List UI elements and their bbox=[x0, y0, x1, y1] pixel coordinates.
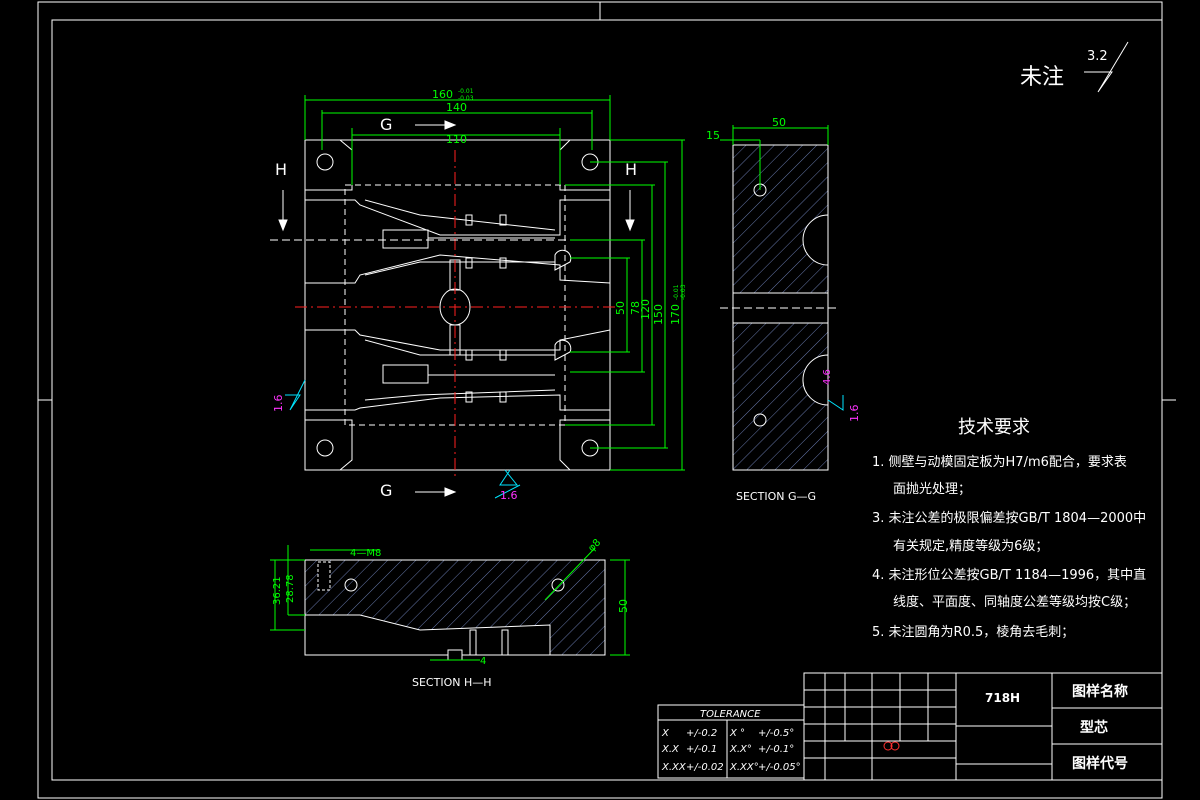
tol-r3c2: +/-0.02 bbox=[686, 762, 724, 773]
title-name-value: 型芯 bbox=[1080, 719, 1108, 736]
title-name-label: 图样名称 bbox=[1072, 683, 1128, 700]
drawing-border bbox=[37, 1, 1176, 799]
tech-req-title: 技术要求 bbox=[958, 417, 1030, 438]
dim-170-tol-top: -0.01 bbox=[673, 284, 680, 300]
gg-dim-15: 15 bbox=[706, 129, 720, 142]
gg-roughness: 1.6 bbox=[848, 405, 861, 423]
section-hh-label: SECTION H—H bbox=[412, 676, 492, 689]
tol-r2c2: +/-0.1 bbox=[686, 744, 717, 755]
dim-50: 50 bbox=[614, 301, 627, 315]
dim-160: 160 bbox=[432, 88, 453, 101]
drawing-canvas: 未注 3.2 G G H H 160 -0.01 -0.03 140 110 5… bbox=[37, 1, 1176, 799]
tech-req-line-4: 有关规定,精度等级为6级； bbox=[893, 538, 1048, 554]
dim-110: 110 bbox=[446, 133, 467, 146]
section-mark-h-left: H bbox=[275, 160, 287, 179]
tol-r3c3: X.XX° bbox=[729, 762, 759, 773]
hh-dim-28: 28.78 bbox=[285, 574, 296, 603]
tech-req-line-1: 1. 侧壁与动模固定板为H7/m6配合，要求表 bbox=[872, 455, 1127, 470]
dim-160-tol-top: -0.01 bbox=[458, 88, 474, 95]
tol-r1c1: X bbox=[661, 728, 670, 739]
tech-requirements: 技术要求 1. 侧壁与动模固定板为H7/m6配合，要求表 面抛光处理； 3. 未… bbox=[872, 417, 1146, 640]
section-mark-h-right: H bbox=[625, 160, 637, 179]
section-gg-view: 50 15 4.6 1.6 SECTION G—G bbox=[706, 116, 861, 503]
hh-dim-4: 4 bbox=[480, 656, 486, 667]
dim-170-tol-bot: -0.03 bbox=[680, 284, 687, 300]
corner-note-text: 未注 bbox=[1020, 65, 1064, 90]
gg-dim-4: 4.6 bbox=[822, 369, 833, 385]
roughness-note: 未注 3.2 bbox=[1020, 41, 1129, 93]
tol-r1c3: X ° bbox=[729, 728, 745, 739]
section-mark-g-top: G bbox=[380, 115, 392, 134]
title-code-label: 图样代号 bbox=[1072, 755, 1128, 772]
roughness-left: 1.6 bbox=[272, 395, 285, 413]
hh-dim-phi8: φ8 bbox=[586, 537, 603, 554]
dim-140: 140 bbox=[446, 101, 467, 114]
tol-r3c4: +/-0.05° bbox=[758, 762, 801, 773]
hh-dim-m8: 4—M8 bbox=[350, 548, 381, 559]
tech-req-line-5: 4. 未注形位公差按GB/T 1184—1996，其中直 bbox=[872, 568, 1146, 583]
tol-r2c1: X.X bbox=[661, 744, 680, 755]
tol-r2c4: +/-0.1° bbox=[758, 744, 794, 755]
tol-r3c1: X.XX bbox=[661, 762, 687, 773]
tol-r1c2: +/-0.2 bbox=[686, 728, 717, 739]
dim-150: 150 bbox=[652, 304, 665, 325]
tech-req-line-7: 5. 未注圆角为R0.5，棱角去毛刺； bbox=[872, 624, 1074, 640]
title-material: 718H bbox=[985, 691, 1020, 705]
section-hh-view: 36.21 28.78 4—M8 50 4 φ8 SECTION H—H bbox=[270, 537, 630, 689]
title-block: 718H 图样名称 型芯 图样代号 bbox=[803, 672, 1163, 781]
front-view: G G H H 160 -0.01 -0.03 140 110 50 78 12… bbox=[270, 88, 687, 502]
tol-r1c4: +/-0.5° bbox=[758, 728, 794, 739]
tech-req-line-2: 面抛光处理； bbox=[893, 482, 971, 497]
tolerance-table: TOLERANCE X +/-0.2 X ° +/-0.5° X.X +/-0.… bbox=[657, 704, 805, 779]
dim-170: 170 bbox=[669, 304, 682, 325]
hh-dim-36: 36.21 bbox=[272, 576, 283, 605]
tech-req-line-6: 线度、平面度、同轴度公差等级均按C级； bbox=[893, 594, 1136, 610]
tech-req-line-3: 3. 未注公差的极限偏差按GB/T 1804—2000中 bbox=[872, 510, 1146, 526]
roughness-bottom: 1.6 bbox=[500, 489, 518, 502]
corner-roughness-value: 3.2 bbox=[1087, 49, 1108, 64]
dim-120: 120 bbox=[639, 299, 652, 320]
tol-r2c3: X.X° bbox=[729, 744, 752, 755]
section-gg-label: SECTION G—G bbox=[736, 490, 816, 503]
tolerance-title: TOLERANCE bbox=[700, 709, 761, 720]
section-mark-g-bottom: G bbox=[380, 481, 392, 500]
gg-dim-50: 50 bbox=[772, 116, 786, 129]
hh-dim-50: 50 bbox=[617, 599, 630, 613]
